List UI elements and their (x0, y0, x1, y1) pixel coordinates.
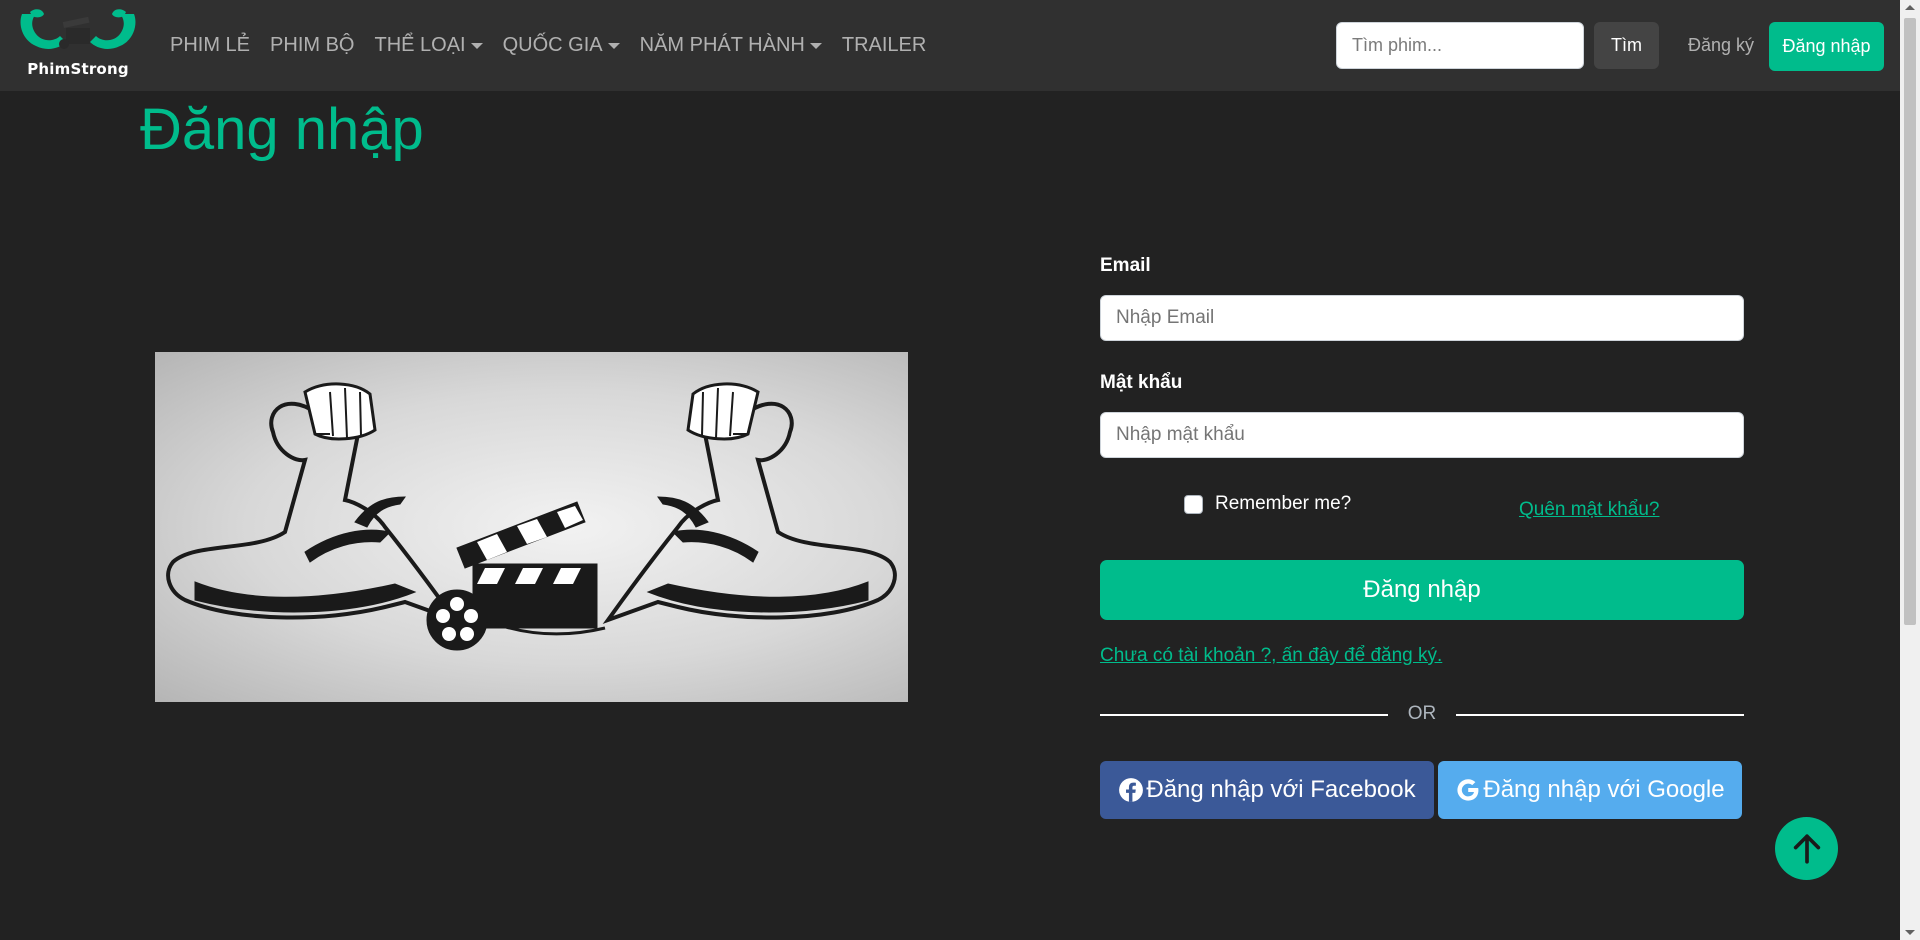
arrow-up-icon (1793, 833, 1820, 864)
scroll-down-arrow-icon[interactable] (1905, 930, 1915, 935)
nav-item-label: NĂM PHÁT HÀNH (639, 34, 805, 56)
email-label: Email (1100, 255, 1151, 276)
logo-muscle-icon (20, 9, 136, 49)
page-title: Đăng nhập (140, 97, 424, 162)
brand-name: PhimStrong (27, 60, 129, 78)
nav-item-trailer[interactable]: TRAILER (832, 34, 936, 57)
google-icon (1457, 779, 1479, 801)
or-divider: OR (1407, 703, 1437, 724)
remember-me[interactable]: Remember me? (1184, 493, 1351, 515)
nav-item-label: TRAILER (841, 34, 927, 56)
password-field[interactable] (1100, 412, 1744, 458)
nav-item-label: PHIM LẺ (170, 34, 251, 56)
caret-down-icon (470, 42, 483, 49)
nav-item-label: PHIM BỘ (270, 34, 355, 56)
scroll-thumb[interactable] (1904, 18, 1916, 625)
google-login-button[interactable]: Đăng nhập với Google (1438, 761, 1742, 819)
caret-down-icon (607, 42, 620, 49)
nav-item-label: THỂ LOẠI (374, 34, 466, 56)
password-label: Mật khẩu (1100, 372, 1183, 393)
facebook-icon (1119, 778, 1144, 802)
nav-item-the-loai[interactable]: THỂ LOẠI (364, 34, 492, 57)
divider-line-left (1100, 714, 1388, 716)
navbar: PhimStrong PHIM LẺ PHIM BỘ THỂ LOẠI QUỐC… (0, 0, 1900, 91)
facebook-login-button[interactable]: Đăng nhập với Facebook (1100, 761, 1434, 819)
facebook-login-label: Đăng nhập với Facebook (1146, 776, 1416, 803)
nav-item-label: QUỐC GIA (502, 34, 603, 56)
caret-down-icon (809, 42, 822, 49)
nav-menu: PHIM LẺ PHIM BỘ THỂ LOẠI QUỐC GIA NĂM PH… (160, 0, 936, 91)
hero-image (155, 352, 908, 702)
email-field[interactable] (1100, 295, 1744, 341)
nav-item-quoc-gia[interactable]: QUỐC GIA (493, 34, 630, 57)
nav-item-phim-bo[interactable]: PHIM BỘ (260, 34, 364, 57)
login-submit-button[interactable]: Đăng nhập (1100, 560, 1744, 620)
divider-line-right (1456, 714, 1744, 716)
back-to-top-button[interactable] (1775, 817, 1838, 880)
muscle-clapperboard-illustration (166, 382, 897, 651)
search-button[interactable]: Tìm (1594, 22, 1659, 69)
nav-item-nam-phat-hanh[interactable]: NĂM PHÁT HÀNH (630, 34, 832, 57)
nav-item-phim-le[interactable]: PHIM LẺ (160, 34, 260, 57)
nav-login-button[interactable]: Đăng nhập (1769, 22, 1884, 71)
search-input[interactable] (1336, 22, 1584, 69)
scroll-up-arrow-icon[interactable] (1905, 5, 1915, 10)
remember-label: Remember me? (1215, 493, 1352, 514)
signup-link[interactable]: Chưa có tài khoản ?, ấn đây để đăng ký. (1100, 645, 1442, 667)
google-login-label: Đăng nhập với Google (1483, 776, 1725, 803)
brand-logo[interactable]: PhimStrong (14, 6, 142, 82)
page-scrollbar[interactable] (1900, 0, 1920, 940)
forgot-password-link[interactable]: Quên mật khẩu? (1519, 499, 1659, 521)
remember-checkbox[interactable] (1184, 494, 1203, 514)
register-link[interactable]: Đăng ký (1688, 22, 1754, 69)
